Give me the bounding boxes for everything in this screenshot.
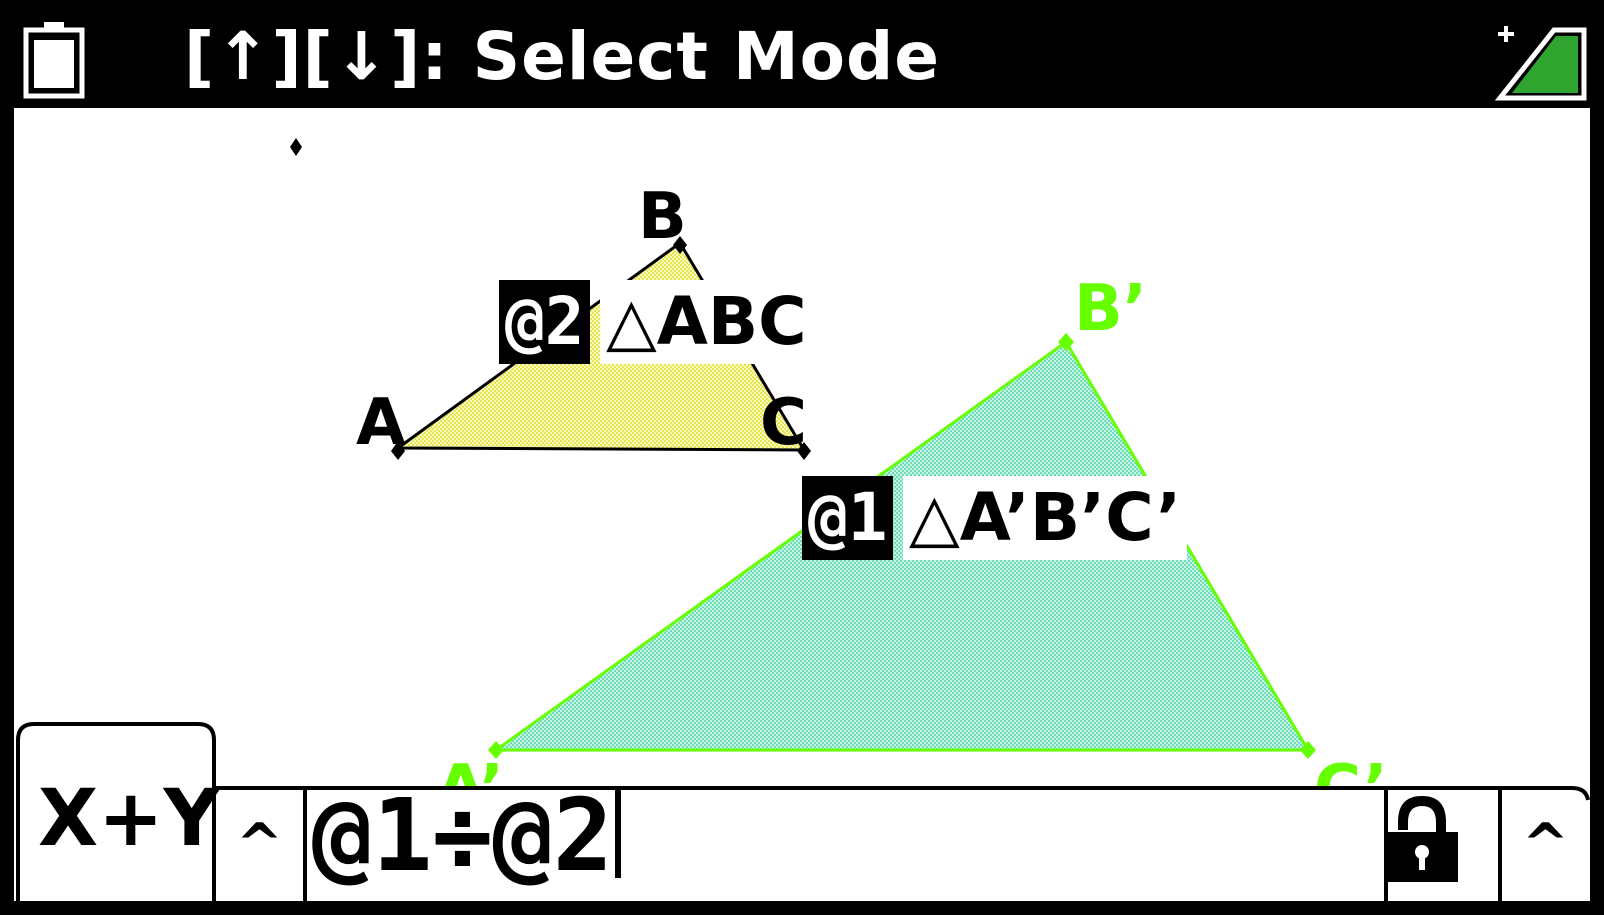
- status-bar: [↑][↓]: Select Mode: [14, 10, 1590, 108]
- free-point[interactable]: [290, 138, 302, 156]
- vertex-c-label: C: [760, 386, 807, 460]
- measure-tag-2[interactable]: @2: [499, 280, 591, 364]
- battery-icon: [23, 22, 85, 99]
- triangle-abc-name: △ABC: [600, 280, 813, 364]
- mode-tab-x-plus-y[interactable]: X+Y: [38, 774, 220, 864]
- vertex-b-label: B: [638, 180, 687, 254]
- expand-left-button[interactable]: ^: [236, 812, 283, 877]
- vertex-b-prime-label: B’: [1074, 272, 1148, 346]
- triangle-a-prime-b-prime-c-prime-name: △A’B’C’: [903, 476, 1188, 560]
- expression-input[interactable]: @1÷@2: [312, 786, 622, 886]
- vertex-c-prime-label: C’: [1314, 752, 1388, 826]
- measure-tag-1[interactable]: @1: [802, 476, 894, 560]
- unlocked-padlock-icon[interactable]: [1378, 788, 1466, 888]
- calculator-screen: A B C B’ A’ C’ @2 △ABC @1 △A’B’C’ X+Y ^ …: [0, 0, 1604, 915]
- expand-right-button[interactable]: ^: [1522, 812, 1569, 877]
- signal-icon: [1494, 26, 1587, 101]
- text-cursor: [615, 790, 622, 878]
- expression-text: @1÷@2: [312, 777, 614, 894]
- status-title: [↑][↓]: Select Mode: [184, 18, 940, 95]
- vertex-a-label: A: [356, 386, 406, 460]
